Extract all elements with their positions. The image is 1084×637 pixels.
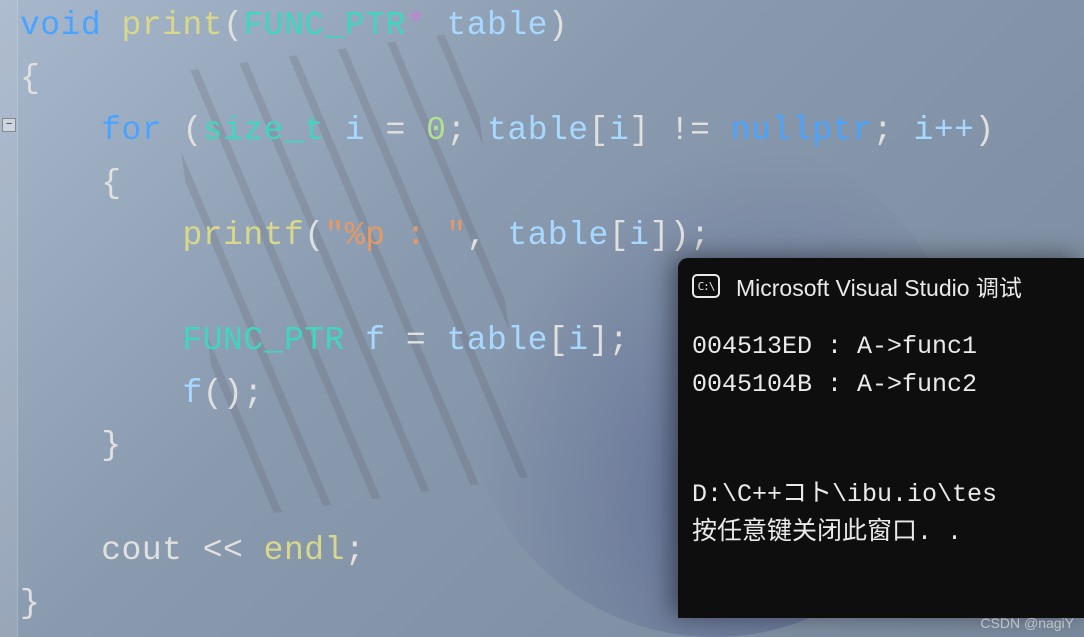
num-zero: 0 xyxy=(426,112,446,149)
op-shl: << xyxy=(203,532,244,569)
type-name: FUNC_PTR xyxy=(243,7,405,44)
op-eq: = xyxy=(406,322,426,359)
console-line: 0045104B : A->func2 xyxy=(692,366,1070,404)
op-ne: != xyxy=(670,112,711,149)
param-name: table xyxy=(446,7,548,44)
console-output[interactable]: 004513ED : A->func10045104B : A->func2 D:… xyxy=(678,314,1084,552)
string-literal: "%p : " xyxy=(325,217,467,254)
type-sizet: size_t xyxy=(203,112,325,149)
func-printf: printf xyxy=(182,217,304,254)
idx-i: i xyxy=(629,217,649,254)
pointer-star: * xyxy=(406,7,426,44)
var-i: i xyxy=(345,112,365,149)
console-line-press: 按任意键关闭此窗口. . xyxy=(692,514,1070,552)
editor-gutter: − xyxy=(0,0,18,637)
var-f: f xyxy=(365,322,385,359)
keyword-nullptr: nullptr xyxy=(731,112,873,149)
fold-toggle-icon[interactable]: − xyxy=(2,118,16,132)
open-brace: { xyxy=(20,60,40,97)
var-f-call: f xyxy=(182,375,202,412)
open-brace: { xyxy=(101,165,121,202)
keyword-for: for xyxy=(101,112,162,149)
op-eq: = xyxy=(386,112,406,149)
console-title: Microsoft Visual Studio 调试 xyxy=(736,269,1022,303)
console-line-path: D:\C++コト\ibu.io\tes xyxy=(692,476,1070,514)
close-brace: } xyxy=(101,427,121,464)
idx-i: i xyxy=(568,322,588,359)
keyword-void: void xyxy=(20,7,101,44)
watermark-text: CSDN @nagiY xyxy=(980,615,1074,631)
cmd-icon: C:\ xyxy=(692,274,720,298)
debug-console-window[interactable]: C:\ Microsoft Visual Studio 调试 004513ED … xyxy=(678,258,1084,618)
close-brace: } xyxy=(20,585,40,622)
console-line: 004513ED : A->func1 xyxy=(692,328,1070,366)
type-funcptr: FUNC_PTR xyxy=(182,322,344,359)
arr-table: table xyxy=(446,322,548,359)
idx-i: i xyxy=(609,112,629,149)
arr-table: table xyxy=(507,217,609,254)
arr-table: table xyxy=(487,112,589,149)
console-titlebar[interactable]: C:\ Microsoft Visual Studio 调试 xyxy=(678,258,1084,314)
func-name: print xyxy=(122,7,224,44)
inc-expr: i++ xyxy=(914,112,975,149)
ident-cout: cout xyxy=(101,532,182,569)
ident-endl: endl xyxy=(264,532,345,569)
